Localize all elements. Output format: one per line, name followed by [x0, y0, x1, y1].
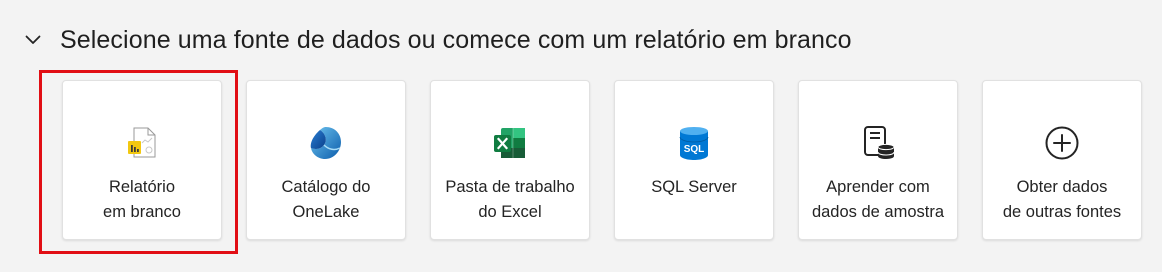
card-label: Pasta de trabalho do Excel — [445, 178, 575, 221]
card-label: Catálogo do OneLake — [281, 178, 371, 221]
chevron-down-icon[interactable] — [24, 31, 42, 49]
sql-server-icon: SQL — [674, 123, 714, 163]
card-label: Relatório em branco — [103, 178, 181, 221]
get-data-panel: Selecione uma fonte de dados ou comece c… — [0, 0, 1162, 272]
sample-data-icon — [858, 123, 898, 163]
excel-workbook-card[interactable]: Pasta de trabalho do Excel — [430, 80, 590, 240]
sample-data-card[interactable]: Aprender com dados de amostra — [798, 80, 958, 240]
blank-report-card[interactable]: Relatório em branco — [62, 80, 222, 240]
card-label: SQL Server — [651, 178, 737, 196]
sql-server-card[interactable]: SQL SQL Server — [614, 80, 774, 240]
section-header[interactable]: Selecione uma fonte de dados ou comece c… — [24, 22, 852, 58]
svg-text:SQL: SQL — [684, 144, 705, 155]
other-sources-card[interactable]: Obter dados de outras fontes — [982, 80, 1142, 240]
onelake-catalog-icon — [306, 123, 346, 163]
card-label: Obter dados de outras fontes — [1002, 178, 1122, 221]
onelake-catalog-card[interactable]: Catálogo do OneLake — [246, 80, 406, 240]
section-title: Selecione uma fonte de dados ou comece c… — [60, 25, 852, 54]
excel-icon — [490, 123, 530, 163]
add-circle-icon — [1042, 123, 1082, 163]
card-label: Aprender com dados de amostra — [811, 178, 945, 221]
blank-report-icon — [122, 123, 162, 163]
data-source-cards: Relatório em branco Catálogo do OneLake … — [62, 80, 1142, 240]
